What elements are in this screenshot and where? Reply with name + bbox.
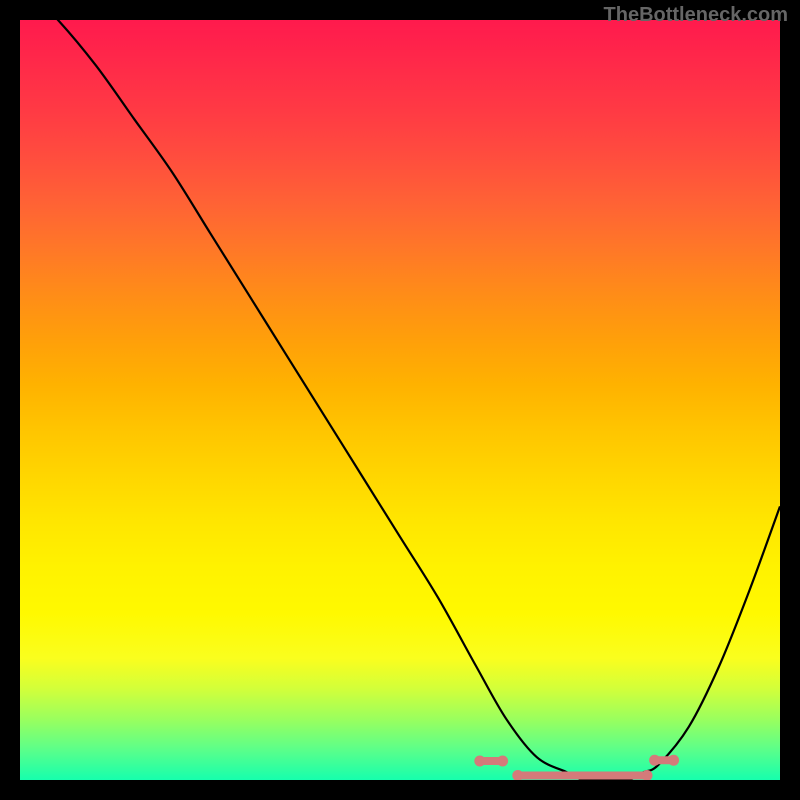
chart-svg	[20, 20, 780, 780]
watermark-text: TheBottleneck.com	[604, 4, 788, 27]
bottleneck-chart	[20, 20, 780, 780]
bottleneck-curve	[20, 20, 780, 780]
optimal-zone-markers	[474, 755, 679, 780]
